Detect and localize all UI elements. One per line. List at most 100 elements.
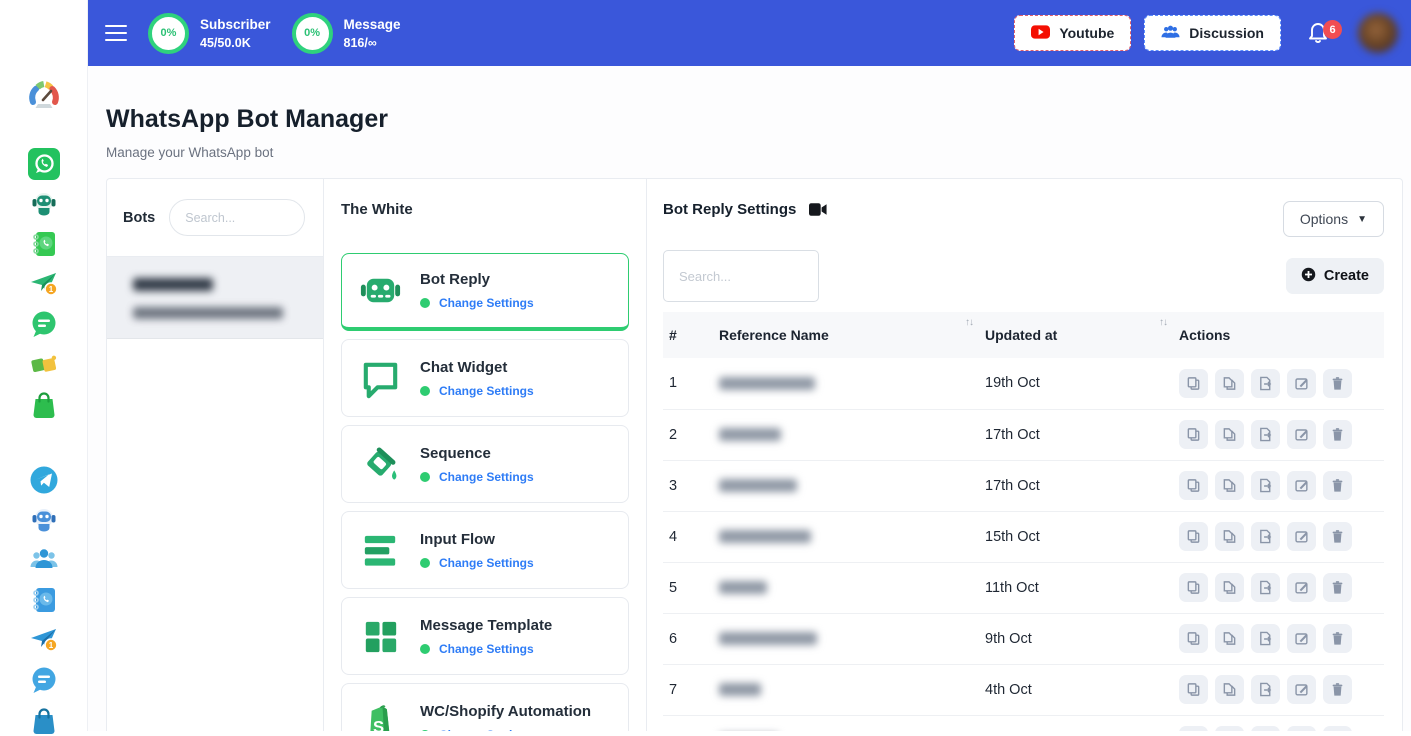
edit-icon[interactable] (1287, 675, 1316, 704)
sort-icon[interactable]: ↑↓ (1159, 317, 1167, 328)
menu-icon[interactable] (105, 25, 127, 41)
copy-icon[interactable] (1179, 420, 1208, 449)
change-settings-link[interactable]: Change Settings (439, 296, 534, 310)
delete-icon[interactable] (1323, 675, 1352, 704)
whatsapp-broadcast-icon[interactable]: 1 (28, 268, 60, 300)
delete-icon[interactable] (1323, 726, 1352, 731)
delete-icon[interactable] (1323, 471, 1352, 500)
duplicate-icon[interactable] (1215, 471, 1244, 500)
whatsapp-contacts-icon[interactable] (28, 228, 60, 260)
settings-card-sequence[interactable]: Sequence Change Settings (341, 425, 629, 503)
copy-icon[interactable] (1179, 675, 1208, 704)
settings-card-wc-shopify[interactable]: S WC/Shopify Automation Change Settings (341, 683, 629, 731)
export-icon[interactable] (1251, 522, 1280, 551)
duplicate-icon[interactable] (1215, 420, 1244, 449)
selected-bot-title: The White (341, 201, 629, 218)
duplicate-icon[interactable] (1215, 624, 1244, 653)
bot-list-item-selected[interactable] (107, 257, 323, 339)
bots-search-input[interactable] (169, 199, 305, 236)
export-icon[interactable] (1251, 369, 1280, 398)
row-index: 4 (663, 511, 713, 562)
duplicate-icon[interactable] (1215, 369, 1244, 398)
export-icon[interactable] (1251, 675, 1280, 704)
copy-icon[interactable] (1179, 624, 1208, 653)
export-icon[interactable] (1251, 471, 1280, 500)
telegram-icon[interactable] (28, 464, 60, 496)
edit-icon[interactable] (1287, 726, 1316, 731)
table-row-partial[interactable] (663, 715, 1384, 731)
copy-icon[interactable] (1179, 522, 1208, 551)
sort-icon[interactable]: ↑↓ (965, 317, 973, 328)
change-settings-link[interactable]: Change Settings (439, 556, 534, 570)
edit-icon[interactable] (1287, 624, 1316, 653)
avatar[interactable] (1358, 13, 1398, 53)
table-row[interactable]: 2 17th Oct (663, 409, 1384, 460)
edit-icon[interactable] (1287, 420, 1316, 449)
create-button[interactable]: Create (1286, 258, 1384, 294)
change-settings-link[interactable]: Change Settings (439, 728, 534, 732)
telegram-broadcast-icon[interactable]: 1 (28, 624, 60, 656)
telegram-group-icon[interactable] (28, 544, 60, 576)
notifications-bell[interactable]: 6 (1306, 20, 1330, 46)
edit-icon[interactable] (1287, 573, 1316, 602)
duplicate-icon[interactable] (1215, 726, 1244, 731)
export-icon[interactable] (1251, 420, 1280, 449)
delete-icon[interactable] (1323, 624, 1352, 653)
whatsapp-chat-icon[interactable] (28, 308, 60, 340)
delete-icon[interactable] (1323, 369, 1352, 398)
delete-icon[interactable] (1323, 420, 1352, 449)
export-icon[interactable] (1251, 573, 1280, 602)
edit-icon[interactable] (1287, 369, 1316, 398)
settings-card-list: Bot Reply Change Settings Cha (341, 253, 629, 731)
col-header-updated-at[interactable]: Updated at ↑↓ (979, 312, 1173, 358)
settings-card-input-flow[interactable]: Input Flow Change Settings (341, 511, 629, 589)
table-row[interactable]: 4 15th Oct (663, 511, 1384, 562)
copy-icon[interactable] (1179, 726, 1208, 731)
settings-card-bot-reply[interactable]: Bot Reply Change Settings (341, 253, 629, 331)
table-row[interactable]: 1 19th Oct (663, 358, 1384, 409)
message-template-icon (357, 613, 404, 660)
duplicate-icon[interactable] (1215, 573, 1244, 602)
copy-icon[interactable] (1179, 573, 1208, 602)
youtube-button[interactable]: Youtube (1014, 15, 1131, 51)
delete-icon[interactable] (1323, 522, 1352, 551)
options-button[interactable]: Options ▼ (1283, 201, 1384, 237)
table-row[interactable]: 3 17th Oct (663, 460, 1384, 511)
table-row[interactable]: 7 4th Oct (663, 664, 1384, 715)
col-header-reference-name[interactable]: Reference Name ↑↓ (713, 312, 979, 358)
table-row[interactable]: 6 9th Oct (663, 613, 1384, 664)
export-icon[interactable] (1251, 726, 1280, 731)
whatsapp-store-icon[interactable] (28, 388, 60, 420)
settings-card-chat-widget[interactable]: Chat Widget Change Settings (341, 339, 629, 417)
whatsapp-bot-icon[interactable] (28, 188, 60, 220)
copy-icon[interactable] (1179, 369, 1208, 398)
telegram-store-icon[interactable] (28, 704, 60, 736)
change-settings-link[interactable]: Change Settings (439, 384, 534, 398)
chat-widget-icon (357, 355, 404, 402)
edit-icon[interactable] (1287, 471, 1316, 500)
reply-search-input[interactable] (663, 250, 819, 302)
change-settings-link[interactable]: Change Settings (439, 470, 534, 484)
reference-name-redacted (719, 632, 817, 645)
copy-icon[interactable] (1179, 471, 1208, 500)
table-row[interactable]: 5 11th Oct (663, 562, 1384, 613)
change-settings-link[interactable]: Change Settings (439, 642, 534, 656)
duplicate-icon[interactable] (1215, 522, 1244, 551)
telegram-bot-icon[interactable] (28, 504, 60, 536)
duplicate-icon[interactable] (1215, 675, 1244, 704)
reference-name-redacted (719, 683, 761, 696)
discussion-button[interactable]: Discussion (1144, 15, 1281, 51)
dashboard-gauge-icon[interactable] (28, 79, 60, 111)
edit-icon[interactable] (1287, 522, 1316, 551)
message-label: Message (344, 17, 401, 32)
telegram-chat-icon[interactable] (28, 664, 60, 696)
create-button-label: Create (1324, 268, 1369, 284)
telegram-contacts-icon[interactable] (28, 584, 60, 616)
delete-icon[interactable] (1323, 573, 1352, 602)
message-stat: 0% Message 816/∞ (292, 13, 401, 54)
whatsapp-integration-icon[interactable] (28, 348, 60, 380)
settings-card-message-template[interactable]: Message Template Change Settings (341, 597, 629, 675)
export-icon[interactable] (1251, 624, 1280, 653)
whatsapp-icon[interactable] (28, 148, 60, 180)
video-camera-icon[interactable] (809, 203, 827, 216)
